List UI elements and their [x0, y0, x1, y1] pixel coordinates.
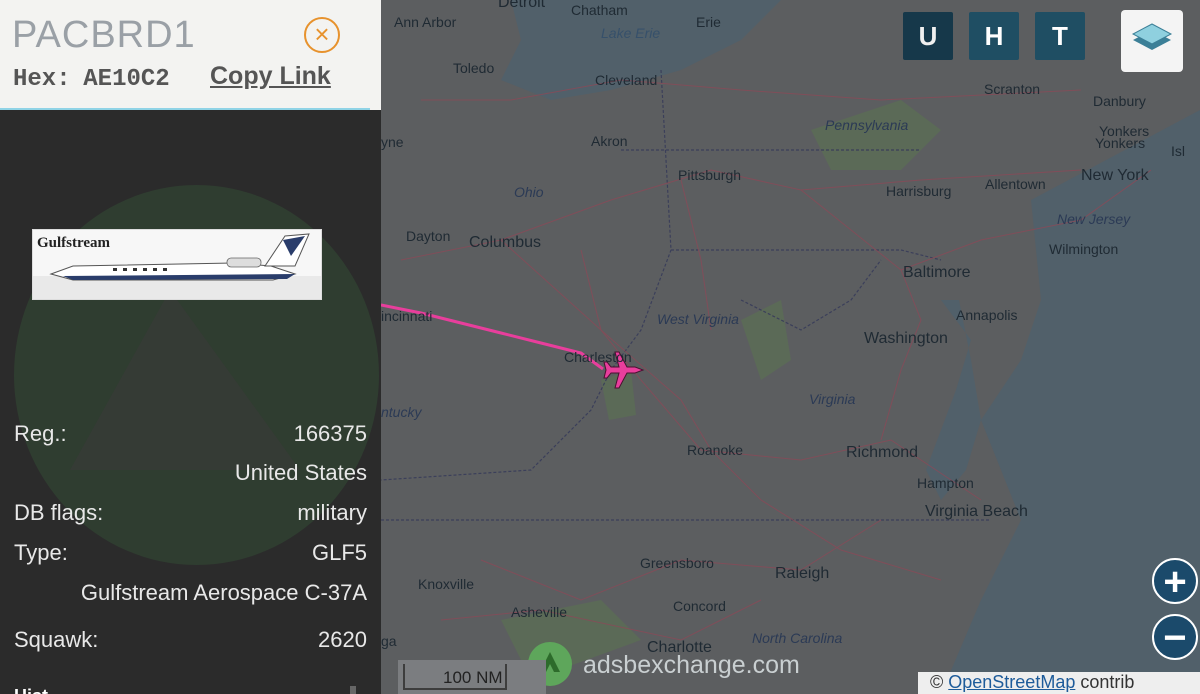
map-label-raleigh: Raleigh [775, 565, 830, 582]
map-label-west-virginia: West Virginia [657, 311, 739, 327]
attribution-suffix: contrib [1075, 672, 1135, 692]
close-button[interactable]: × [304, 17, 340, 53]
reg-value: 166375 [293, 421, 367, 446]
map-label-asheville: Asheville [511, 604, 568, 620]
map-label-virginia: Virginia [809, 391, 856, 407]
map-label-columbus: Columbus [469, 234, 542, 251]
type-label: Type: [14, 540, 68, 565]
hex-value: AE10C2 [83, 66, 170, 93]
db-flags-value: military [297, 500, 367, 525]
close-icon: × [314, 19, 330, 49]
map-label-danbury: Danbury [1093, 93, 1146, 109]
aircraft-photo: Gulfstream [32, 229, 322, 300]
map-label-chatham: Chatham [571, 2, 628, 18]
map-label-baltimore: Baltimore [903, 264, 971, 281]
map-label-knoxville: Knoxville [418, 576, 475, 592]
callsign: PACBRD1 [12, 14, 196, 56]
toggle-u-button[interactable]: U [903, 12, 953, 60]
squawk-label: Squawk: [14, 627, 99, 652]
model-value: Gulfstream Aerospace C-37A [80, 580, 367, 605]
map-label-isl: Isl [1171, 143, 1185, 159]
toggle-h-button[interactable]: H [969, 12, 1019, 60]
map-label-ga: ga [381, 633, 397, 649]
map-label-allentown: Allentown [985, 176, 1046, 192]
layers-icon [1131, 23, 1173, 50]
map-label-annapolis: Annapolis [956, 307, 1018, 323]
map-label-lake-erie: Lake Erie [601, 25, 661, 41]
watermark-logo-shape [70, 290, 300, 470]
squawk-value: 2620 [318, 627, 367, 652]
map-label-richmond: Richmond [846, 444, 919, 461]
map-label-dayton: Dayton [406, 228, 451, 244]
map-label-scranton: Scranton [984, 81, 1041, 97]
map-base [381, 0, 1200, 694]
history-heading: Hist [14, 686, 48, 694]
map-label-detroit: Detroit [498, 0, 546, 11]
reg-label: Reg.: [14, 421, 67, 446]
map-label-wilmington: Wilmington [1049, 241, 1119, 257]
header-divider [0, 108, 370, 110]
map-label-pittsburgh: Pittsburgh [678, 167, 742, 183]
copy-link[interactable]: Copy Link [210, 62, 331, 91]
map-label-ann-arbor: Ann Arbor [394, 14, 457, 30]
hex-label: Hex: [13, 66, 71, 93]
map-label-new-york: New York [1081, 167, 1149, 184]
type-value: GLF5 [311, 540, 367, 565]
map-label-roanoke: Roanoke [687, 442, 744, 458]
map-label-washington: Washington [864, 330, 948, 347]
osm-link[interactable]: OpenStreetMap [948, 672, 1075, 692]
layers-button[interactable] [1121, 10, 1183, 72]
map-attribution: © OpenStreetMap contrib [918, 672, 1200, 694]
map-label-akron: Akron [591, 133, 628, 149]
hex-row: Hex: AE10C2 [13, 64, 170, 93]
brand-text: adsbexchange.com [583, 651, 800, 679]
zoom-in-button[interactable]: + [1152, 558, 1198, 604]
map-view[interactable]: Ann Arbor Detroit Chatham Erie Lake Erie… [381, 0, 1200, 694]
scale-label: 100 NM [443, 668, 503, 687]
map-label-ohio: Ohio [514, 184, 544, 200]
map-label-yonkers-2: Yonkers [1095, 135, 1146, 151]
aircraft-photo-image: Gulfstream [33, 230, 321, 299]
map-label-cleveland: Cleveland [595, 72, 658, 88]
map-label-charleston: Charleston [564, 349, 632, 365]
map-label-greensboro: Greensboro [640, 555, 714, 571]
photo-brand-text: Gulfstream [37, 235, 111, 251]
map-label-cincinnati: incinnati [381, 308, 433, 324]
country-value: United States [234, 460, 367, 485]
map-label-concord: Concord [673, 598, 726, 614]
map-label-toledo: Toledo [453, 60, 495, 76]
panel-scrollbar[interactable] [350, 686, 356, 694]
db-flags-label: DB flags: [14, 500, 104, 525]
map-label-hampton: Hampton [917, 475, 974, 491]
map-label-erie: Erie [696, 14, 721, 30]
map-label-kentucky: ntucky [381, 404, 422, 420]
map-label-wayne: yne [381, 134, 404, 150]
map-label-harrisburg: Harrisburg [886, 183, 952, 199]
attribution-prefix: © [930, 672, 949, 692]
zoom-out-button[interactable]: − [1152, 614, 1198, 660]
map-label-north-carolina: North Carolina [752, 630, 843, 646]
map-label-new-jersey: New Jersey [1057, 211, 1131, 227]
map-label-virginia-beach: Virginia Beach [925, 503, 1028, 520]
toggle-t-button[interactable]: T [1035, 12, 1085, 60]
aircraft-info-panel: PACBRD1 × Hex: AE10C2 Copy Link Gulfstre… [0, 0, 381, 694]
map-label-pennsylvania: Pennsylvania [825, 117, 909, 133]
